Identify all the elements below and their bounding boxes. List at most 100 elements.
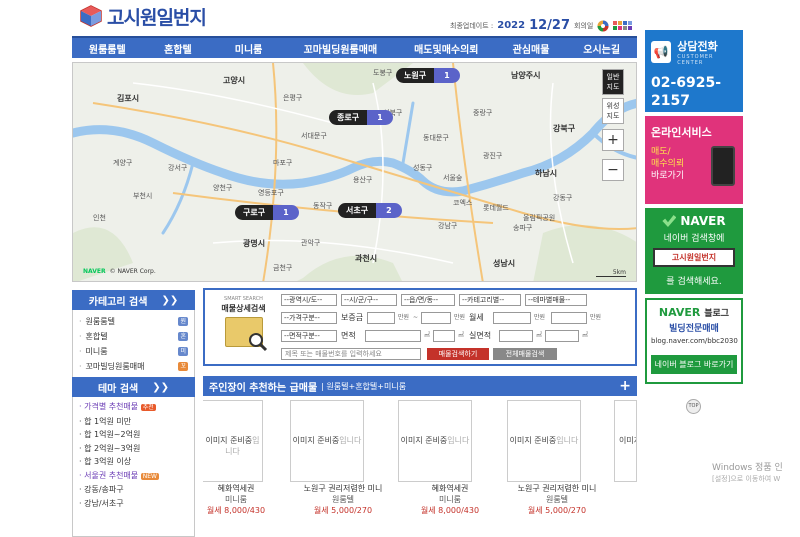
site-logo[interactable]: 고시원일번지	[80, 4, 207, 29]
price-item-label: 합 1억원 미만	[84, 416, 132, 426]
nav-item-small-building[interactable]: 꼬마빌딩원룸매매	[284, 38, 397, 58]
satellite-map-button[interactable]: 위성 지도	[602, 98, 624, 124]
all-listings-button[interactable]: 전체매물검색	[493, 348, 557, 360]
region-item-label: 강남/서초구	[84, 498, 124, 508]
naver-blog-banner[interactable]: NAVER 블로그 빌딩전문매매 blog.naver.com/bbc2030 …	[645, 298, 743, 384]
map-cluster-jongno[interactable]: 종로구 1	[329, 110, 393, 125]
naver-search-banner[interactable]: NAVER 네이버 검색창에 고시원일번지 를 검색해세요.	[645, 208, 743, 294]
area-min-input[interactable]	[365, 330, 421, 342]
map-view[interactable]: 김포시 남양주시 강북구 하남시 광명시 과천시 성남시 고양시 도봉구 중랑구…	[72, 62, 637, 282]
smartphone-icon	[711, 146, 735, 186]
region-item-label: 강동/송파구	[84, 485, 124, 494]
map-place: 영등포구	[258, 189, 284, 197]
deposit-label: 보증금	[341, 313, 364, 322]
city-select[interactable]: --시/군/구--	[341, 294, 397, 306]
nav-item-favorites[interactable]: 관심매물	[496, 38, 567, 58]
province-select[interactable]: --광역시/도--	[281, 294, 337, 306]
unit-label: 만원	[534, 314, 546, 321]
color-grid-icon	[613, 21, 633, 30]
normal-map-button[interactable]: 일반 지도	[602, 69, 624, 95]
theme-search-header[interactable]: 테마 검색 ❯❯	[72, 377, 195, 397]
region-item[interactable]: · 강동/송파구	[79, 483, 188, 497]
zoom-in-button[interactable]: +	[602, 129, 624, 151]
listing-card[interactable]: 이미지 준비중입니다	[507, 400, 581, 482]
listing-info[interactable]: 혜화역세권 미니룸 월세 8,000/430	[400, 483, 500, 516]
monthly-min-input[interactable]	[493, 312, 531, 324]
price-type-select[interactable]: --가격구분--	[281, 312, 337, 324]
map-cluster-nowon[interactable]: 노원구 1	[396, 68, 460, 83]
category-item[interactable]: · 꼬마빌딩원룸매매 꼬	[79, 359, 188, 374]
area-max-input[interactable]	[433, 330, 455, 342]
color-wheel-icon	[597, 20, 609, 31]
price-item[interactable]: · 합 1억원 미만	[79, 415, 188, 429]
naver-blog-button[interactable]: 네이버 블로그 바로가기	[651, 355, 737, 374]
category-badge: 미	[178, 347, 188, 356]
cluster-count: 1	[434, 68, 460, 83]
map-place: 김포시	[117, 94, 140, 103]
nav-item-sell-buy-request[interactable]: 매도및매수의뢰	[397, 38, 496, 58]
search-button[interactable]: 매물검색하기	[427, 348, 489, 360]
more-button[interactable]: +	[619, 378, 631, 394]
right-sidebar: 📢 상담전화 CUSTOMER CENTER 02-6925-2157 온라인서…	[645, 30, 743, 384]
update-label: 최종업데이트 :	[450, 21, 494, 30]
nav-item-directions[interactable]: 오시는길	[566, 38, 637, 58]
site-title: 고시원일번지	[107, 6, 207, 29]
nav-item-oneroomtel[interactable]: 원룸룸텔	[72, 38, 143, 58]
image-placeholder: 이미지 준비중입니다	[292, 436, 362, 445]
price-item[interactable]: · 합 1억원~2억원	[79, 428, 188, 442]
keyword-input[interactable]: 제목 또는 매물번호를 입력하세요	[281, 348, 421, 360]
theme-select[interactable]: --테마별매물--	[525, 294, 587, 306]
nav-item-miniroom[interactable]: 미니룸	[213, 38, 284, 58]
checkmark-icon	[662, 215, 677, 227]
price-header-label: 가격별 추천매물	[84, 402, 139, 411]
price-item[interactable]: · 합 3억원 이상	[79, 455, 188, 469]
map-cluster-seocho[interactable]: 서초구 2	[338, 203, 402, 218]
category-search-title: 카테고리 검색	[88, 296, 148, 308]
category-item[interactable]: · 혼합텔 혼	[79, 329, 188, 344]
map-scale: 5km	[596, 269, 626, 277]
zoom-out-button[interactable]: −	[602, 159, 624, 181]
naver-logo: NAVER	[680, 214, 726, 228]
listing-card[interactable]: 이미지 준비중입니다	[290, 400, 364, 482]
category-item-label: 혼합텔	[85, 332, 108, 341]
category-search-header[interactable]: 카테고리 검색 ❯❯	[72, 290, 195, 310]
deposit-max-input[interactable]	[421, 312, 451, 324]
listing-info[interactable]: 혜화역세권 미니룸 월세 8,000/430	[186, 483, 286, 516]
area-type-select[interactable]: --면적구분--	[281, 330, 337, 342]
price-item[interactable]: · 합 2억원~3억원	[79, 442, 188, 456]
category-select[interactable]: --카테고리별--	[459, 294, 521, 306]
town-select[interactable]: --읍/면/동--	[401, 294, 455, 306]
detail-search-title: 매물상세검색	[221, 304, 266, 313]
listing-card[interactable]: 이미지 준비중입니다	[398, 400, 472, 482]
real-area-max-input[interactable]	[545, 330, 579, 342]
naver-search-keyword: 고시원일번지	[653, 248, 735, 267]
call-subtitle: CUSTOMER CENTER	[677, 54, 714, 66]
nav-item-mixedtel[interactable]: 혼합텔	[143, 38, 214, 58]
map-place: 송파구	[513, 224, 533, 232]
category-item[interactable]: · 미니룸 미	[79, 344, 188, 359]
deposit-min-input[interactable]	[367, 312, 395, 324]
online-service-banner[interactable]: 온라인서비스 매도/ 매수의뢰 바로가기	[645, 116, 743, 204]
map-place: 부천시	[133, 192, 153, 200]
monthly-max-input[interactable]	[551, 312, 587, 324]
cluster-name: 구로구	[235, 205, 274, 220]
listing-info[interactable]: 노원구 권리저렴한 미니 원룸텔 월세 5,000/270	[507, 483, 607, 516]
category-item[interactable]: · 원룸룸텔 원	[79, 314, 188, 329]
listing-title: 혜화역세권	[431, 484, 469, 493]
windows-activation-subtext: [설정]으로 이동하여 W	[712, 475, 781, 483]
listing-card[interactable]: 이미지 준비중입니다	[203, 400, 263, 482]
listing-type: 원룸텔	[331, 495, 355, 504]
listing-type: 미니룸	[438, 495, 462, 504]
cluster-name: 종로구	[329, 110, 368, 125]
scroll-top-button[interactable]: TOP	[686, 399, 701, 414]
image-placeholder: 이미지 준비중입니다	[205, 436, 260, 456]
real-area-min-input[interactable]	[499, 330, 533, 342]
listing-card[interactable]: 이미지 준비중	[614, 400, 637, 482]
call-banner[interactable]: 📢 상담전화 CUSTOMER CENTER 02-6925-2157	[645, 30, 743, 112]
map-place: 마포구	[273, 159, 293, 167]
sqm-label: ㎡	[458, 332, 465, 339]
region-item[interactable]: · 강남/서초구	[79, 497, 188, 511]
map-place: 중랑구	[473, 109, 493, 117]
map-cluster-guro[interactable]: 구로구 1	[235, 205, 299, 220]
listing-info[interactable]: 노원구 권리저렴한 미니 원룸텔 월세 5,000/270	[293, 483, 393, 516]
